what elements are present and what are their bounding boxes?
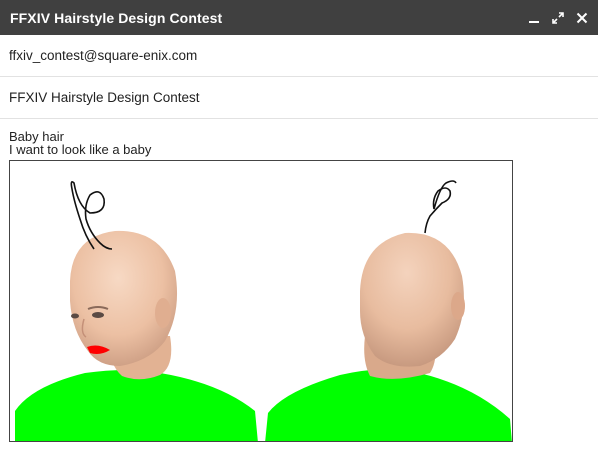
minimize-icon xyxy=(529,20,539,23)
head-right xyxy=(360,232,464,367)
ear-left xyxy=(155,298,171,328)
eye-right xyxy=(71,313,79,319)
window-title: FFXIV Hairstyle Design Contest xyxy=(10,9,223,26)
front-view-figure xyxy=(15,181,258,441)
back-view-figure xyxy=(265,180,512,441)
character-render-image xyxy=(15,180,512,441)
hair-doodle-right xyxy=(424,180,457,234)
subject-text: FFXIV Hairstyle Design Contest xyxy=(9,90,200,105)
window-controls xyxy=(522,0,598,35)
message-body[interactable]: Baby hair I want to look like a baby xyxy=(0,119,598,156)
expand-icon xyxy=(552,11,564,24)
recipient-field[interactable]: ffxiv_contest@square-enix.com xyxy=(0,35,598,77)
minimize-button[interactable] xyxy=(522,0,546,35)
eye-left xyxy=(92,312,104,318)
head-left xyxy=(70,230,178,366)
expand-button[interactable] xyxy=(546,0,570,35)
green-shirt-right xyxy=(265,369,512,441)
body-line: I want to look like a baby xyxy=(9,141,152,157)
close-button[interactable] xyxy=(570,0,594,35)
subject-field[interactable]: FFXIV Hairstyle Design Contest xyxy=(0,77,598,119)
attached-image[interactable] xyxy=(9,160,513,442)
green-shirt-left xyxy=(15,370,258,441)
compose-titlebar: FFXIV Hairstyle Design Contest xyxy=(0,0,598,35)
recipient-address: ffxiv_contest@square-enix.com xyxy=(9,48,198,63)
ear-right xyxy=(451,292,465,320)
close-icon xyxy=(576,12,588,23)
